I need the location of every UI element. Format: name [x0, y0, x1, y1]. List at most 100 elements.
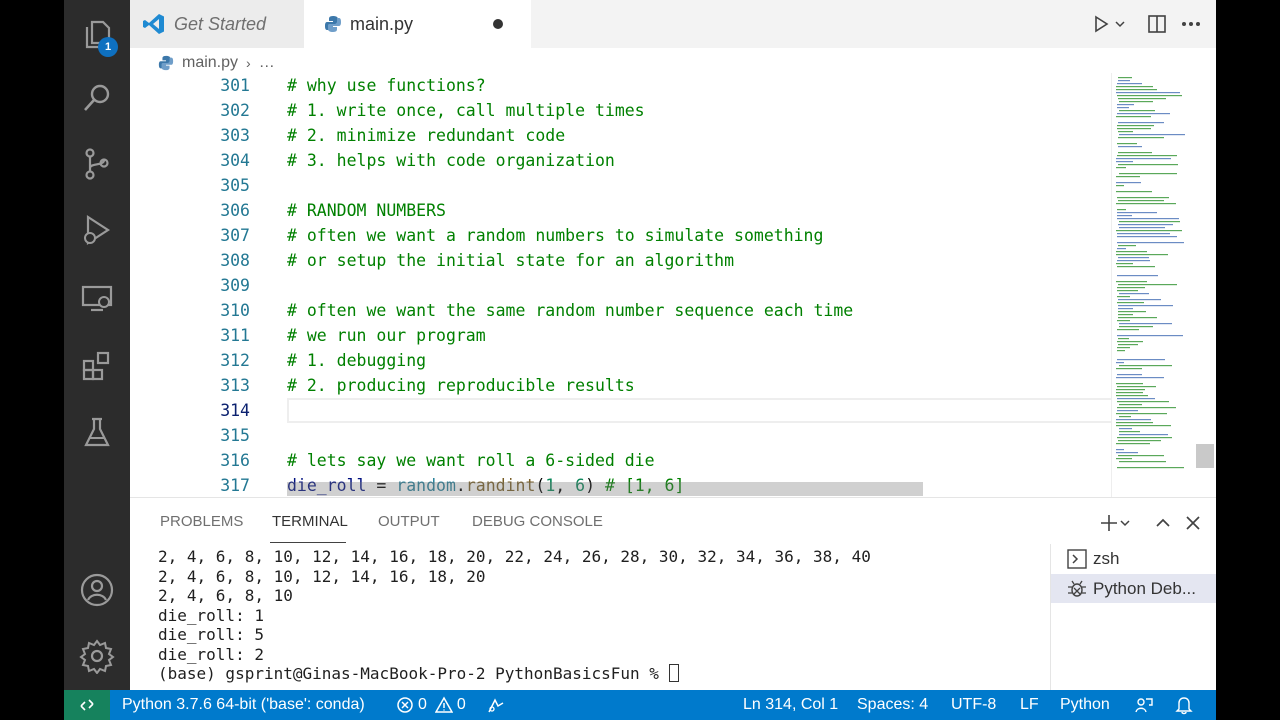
- code-line: 309: [130, 273, 1110, 298]
- minimap[interactable]: [1111, 73, 1216, 497]
- live-share-button[interactable]: [486, 690, 506, 720]
- horizontal-scrollbar[interactable]: [287, 482, 923, 496]
- tab-main-label: main.py: [350, 13, 414, 34]
- split-editor-button[interactable]: [1140, 7, 1174, 41]
- code-line: 308 # or setup the initial state for an a…: [130, 248, 1110, 273]
- minimap-line: [1117, 143, 1137, 145]
- feedback-button[interactable]: [1134, 690, 1154, 720]
- language-mode-selector[interactable]: Python: [1060, 690, 1110, 720]
- minimap-line: [1118, 152, 1152, 154]
- minimap-line: [1117, 197, 1169, 199]
- problems-indicator[interactable]: 0 0: [396, 690, 466, 720]
- python-interpreter-selector[interactable]: Python 3.7.6 64-bit ('base': conda): [122, 690, 365, 720]
- eol-selector[interactable]: LF: [1020, 690, 1039, 720]
- terminal-profiles-button[interactable]: [1118, 508, 1132, 538]
- minimap-line: [1117, 113, 1170, 115]
- close-panel-button[interactable]: [1178, 508, 1208, 538]
- line-number: 317: [220, 476, 250, 495]
- flask-icon: [84, 417, 110, 447]
- minimap-line: [1116, 176, 1140, 178]
- line-number: 312: [220, 351, 250, 370]
- line-number: 306: [220, 201, 250, 220]
- minimap-line: [1116, 116, 1151, 118]
- tab-get-started[interactable]: Get Started: [130, 0, 304, 48]
- tab-problems[interactable]: PROBLEMS: [160, 513, 243, 530]
- minimap-line: [1118, 245, 1136, 247]
- chevron-down-icon: [1120, 520, 1130, 527]
- minimap-line: [1118, 137, 1164, 139]
- minimap-line: [1117, 218, 1179, 220]
- minimap-line: [1119, 101, 1153, 103]
- minimap-line: [1118, 164, 1178, 166]
- terminal-item-label: zsh: [1093, 548, 1120, 568]
- chevron-down-icon: [1115, 21, 1125, 28]
- minimap-line: [1118, 305, 1173, 307]
- line-number: 303: [220, 126, 250, 145]
- run-debug-button[interactable]: [64, 200, 130, 260]
- minimap-line: [1117, 350, 1125, 352]
- cursor-position[interactable]: Ln 314, Col 1: [743, 690, 838, 720]
- tab-main-py[interactable]: main.py: [304, 0, 531, 48]
- code-line: 310 # often we want the same random numbe…: [130, 298, 1110, 323]
- line-code: # lets say we want roll a 6-sided die: [287, 451, 655, 470]
- code-line: 313 # 2. producing reproducible results: [130, 373, 1110, 398]
- testing-button[interactable]: [64, 402, 130, 462]
- warning-icon: [434, 696, 453, 713]
- terminal-item-python-debug[interactable]: Python Deb...: [1051, 574, 1216, 603]
- minimap-line: [1117, 320, 1130, 322]
- remote-explorer-button[interactable]: [64, 268, 130, 328]
- line-code: # 1. write once, call multiple times: [287, 101, 645, 120]
- left-letterbox: [0, 0, 64, 720]
- maximize-panel-button[interactable]: [1148, 508, 1178, 538]
- line-number: 311: [220, 326, 250, 345]
- accounts-button[interactable]: [64, 560, 130, 620]
- tab-debug-console[interactable]: DEBUG CONSOLE: [472, 513, 603, 530]
- play-icon: [1095, 15, 1109, 33]
- terminal-item-label: Python Deb...: [1093, 578, 1197, 598]
- minimap-line: [1118, 146, 1142, 148]
- minimap-line: [1119, 326, 1153, 328]
- vertical-scrollbar-thumb[interactable]: [1196, 444, 1214, 468]
- minimap-line: [1117, 398, 1155, 400]
- minimap-line: [1117, 236, 1177, 238]
- search-button[interactable]: [64, 68, 130, 128]
- minimap-line: [1118, 308, 1133, 310]
- minimap-line: [1119, 173, 1177, 175]
- line-code: # often we want a random numbers to simu…: [287, 226, 824, 245]
- extensions-icon: [82, 351, 110, 381]
- minimap-line: [1116, 395, 1148, 397]
- live-share-icon: [488, 698, 504, 713]
- minimap-line: [1118, 122, 1164, 124]
- terminal-cursor: [668, 664, 679, 682]
- explorer-button[interactable]: 1: [64, 4, 130, 64]
- indentation-selector[interactable]: Spaces: 4: [857, 690, 928, 720]
- tab-output[interactable]: OUTPUT: [378, 513, 440, 530]
- settings-button[interactable]: [64, 626, 130, 686]
- breadcrumb-file[interactable]: main.py: [182, 54, 238, 72]
- code-editor[interactable]: 301 # why use functions? 302 # 1. write onc…: [130, 73, 1216, 497]
- breadcrumb-symbols[interactable]: …: [259, 54, 275, 72]
- source-control-button[interactable]: [64, 134, 130, 194]
- minimap-line: [1117, 335, 1183, 337]
- unsaved-dot-icon[interactable]: [493, 19, 503, 29]
- account-icon: [80, 573, 114, 607]
- minimap-line: [1119, 110, 1155, 112]
- notifications-button[interactable]: [1174, 690, 1194, 720]
- activity-bar: 1: [64, 0, 130, 690]
- line-number: 313: [220, 376, 250, 395]
- error-count: 0: [418, 696, 427, 713]
- minimap-line: [1119, 404, 1142, 406]
- terminal-output[interactable]: 2, 4, 6, 8, 10, 12, 14, 16, 18, 20, 22, …: [130, 547, 1050, 691]
- encoding-selector[interactable]: UTF-8: [951, 690, 996, 720]
- terminal-item-zsh[interactable]: zsh: [1051, 544, 1216, 573]
- minimap-line: [1118, 284, 1177, 286]
- run-options-button[interactable]: [1112, 7, 1128, 41]
- minimap-line: [1117, 95, 1182, 97]
- minimap-line: [1119, 221, 1180, 223]
- remote-indicator-button[interactable]: [64, 690, 110, 720]
- more-actions-button[interactable]: [1174, 7, 1208, 41]
- minimap-line: [1116, 191, 1152, 193]
- extensions-button[interactable]: [64, 336, 130, 396]
- remote-icon: [80, 699, 94, 711]
- tab-terminal[interactable]: TERMINAL: [272, 513, 348, 530]
